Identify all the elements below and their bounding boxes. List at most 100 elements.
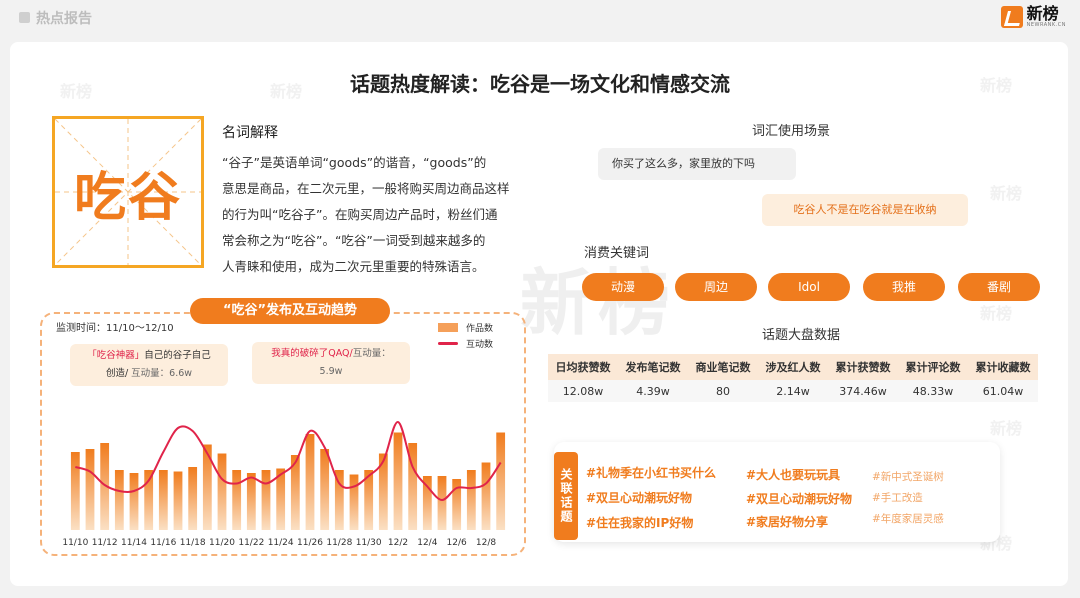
annotation-text: 自己的谷子自己 bbox=[144, 350, 211, 361]
chart-bar bbox=[232, 470, 242, 530]
stats-header-cell: 日均获赞数 bbox=[548, 354, 618, 380]
stats-header-row: 日均获赞数 发布笔记数 商业笔记数 涉及红人数 累计获赞数 累计评论数 累计收藏… bbox=[548, 354, 1038, 380]
related-topic-tag-minor[interactable]: #手工改造 bbox=[872, 490, 923, 505]
stats-value-cell: 2.14w bbox=[758, 380, 828, 402]
newrank-logo-icon bbox=[1000, 6, 1023, 28]
keywords-title: 消费关键词 bbox=[584, 246, 650, 261]
related-topic-tag-minor[interactable]: #年度家居灵感 bbox=[872, 511, 944, 526]
definition-line: 意思是商品，在二次元里，一般将购买周边商品这样 bbox=[222, 181, 510, 196]
header-square-icon bbox=[19, 12, 30, 23]
stats-title: 话题大盘数据 bbox=[762, 328, 841, 343]
chart-bar bbox=[188, 467, 198, 530]
related-topic-tag[interactable]: #礼物季在小红书买什么 bbox=[586, 464, 716, 481]
x-tick-label: 11/20 bbox=[209, 538, 235, 548]
definition-line: 常会称之为“吃谷”。“吃谷”一词受到越来越多的 bbox=[222, 233, 486, 248]
related-topics-label: 关联话题 bbox=[554, 452, 578, 540]
x-tick-label: 11/28 bbox=[326, 538, 352, 548]
chart-bar bbox=[114, 470, 124, 530]
stats-value-cell: 4.39w bbox=[618, 380, 688, 402]
keyword-pill: 我推 bbox=[863, 273, 945, 301]
report-category: 热点报告 bbox=[36, 11, 92, 27]
x-tick-label: 11/18 bbox=[180, 538, 206, 548]
x-tick-label: 12/4 bbox=[417, 538, 437, 548]
keyword-pill: 番剧 bbox=[958, 273, 1040, 301]
chart-bar bbox=[466, 470, 476, 530]
chat-bubble-question: 你买了这么多，家里放的下吗 bbox=[598, 148, 796, 180]
chart-bar bbox=[481, 462, 491, 530]
stats-header-cell: 涉及红人数 bbox=[758, 354, 828, 380]
chart-bar bbox=[85, 449, 95, 530]
legend-line-swatch bbox=[438, 342, 458, 345]
related-topic-tag[interactable]: #大人也要玩玩具 bbox=[746, 466, 840, 483]
annotation-metric: 5.9w bbox=[319, 366, 343, 377]
chart-bar bbox=[217, 453, 227, 530]
brand-logo: 新榜 NEWRANK.CN bbox=[1000, 6, 1066, 28]
chart-bar bbox=[246, 473, 256, 530]
annotation-note: 我真的破碎了QAQ/互动量： 5.9w bbox=[252, 342, 410, 384]
related-topic-tag[interactable]: #家居好物分享 bbox=[746, 513, 828, 530]
annotation-line: 我真的破碎了QAQ/互动量： bbox=[252, 345, 410, 363]
definition-line: 人青睐和使用，成为二次元里重要的特殊语言。 bbox=[222, 259, 485, 274]
hero-word: 吃谷 bbox=[73, 167, 182, 228]
chart-bar bbox=[393, 432, 403, 530]
annotation-text: 互动量： bbox=[352, 348, 391, 359]
legend-line-label: 互动数 bbox=[466, 340, 494, 350]
annotation-highlight: 「吃谷神器」 bbox=[87, 350, 145, 361]
scene-title: 词汇使用场景 bbox=[752, 124, 831, 139]
definition-line: 的行为叫“吃谷子”。在购买周边产品时，粉丝们通 bbox=[222, 207, 498, 222]
definition-line: “谷子”是英语单词“goods”的谐音，“goods”的 bbox=[222, 155, 487, 170]
chart-bar bbox=[158, 470, 168, 530]
stats-header-cell: 商业笔记数 bbox=[688, 354, 758, 380]
x-tick-label: 11/12 bbox=[92, 538, 118, 548]
stats-table: 日均获赞数 发布笔记数 商业笔记数 涉及红人数 累计获赞数 累计评论数 累计收藏… bbox=[548, 354, 1038, 402]
x-tick-label: 11/30 bbox=[356, 538, 382, 548]
chart-bar bbox=[129, 473, 139, 530]
x-tick-label: 11/24 bbox=[268, 538, 294, 548]
brand-sub: NEWRANK.CN bbox=[1026, 22, 1066, 28]
definition-title: 名词解释 bbox=[222, 125, 278, 141]
chart-title: “吃谷”发布及互动趋势 bbox=[190, 298, 390, 324]
stats-header-cell: 累计收藏数 bbox=[968, 354, 1038, 380]
related-topic-tag[interactable]: #双旦心动潮玩好物 bbox=[586, 489, 692, 506]
stats-value-cell: 61.04w bbox=[968, 380, 1038, 402]
chat-bubble-answer: 吃谷人不是在吃谷就是在收纳 bbox=[762, 194, 968, 226]
x-tick-label: 12/8 bbox=[476, 538, 496, 548]
x-tick-label: 11/14 bbox=[121, 538, 147, 548]
stats-value-cell: 80 bbox=[688, 380, 758, 402]
related-topic-tag[interactable]: #住在我家的IP好物 bbox=[586, 514, 693, 531]
related-topic-tag-minor[interactable]: #新中式圣诞树 bbox=[872, 469, 944, 484]
annotation-text: 创造/ bbox=[105, 368, 129, 379]
interaction-line bbox=[75, 420, 502, 501]
stats-header-cell: 累计评论数 bbox=[898, 354, 968, 380]
keyword-pill: Idol bbox=[768, 273, 850, 301]
x-tick-label: 12/2 bbox=[388, 538, 408, 548]
chart-bar bbox=[70, 452, 80, 530]
watermark: 新榜 bbox=[980, 304, 1013, 323]
legend-item-bar: 作品数 bbox=[438, 321, 493, 334]
page-title: 话题热度解读：吃谷是一场文化和情感交流 bbox=[350, 72, 730, 96]
chart-bar bbox=[320, 449, 330, 530]
x-tick-label: 11/26 bbox=[297, 538, 323, 548]
hero-word-box: 吃谷 bbox=[52, 116, 204, 268]
chart-bar bbox=[305, 434, 315, 530]
trend-chart: 11/10 11/12 11/14 11/16 11/18 11/20 11/22 11/24… bbox=[62, 420, 506, 548]
watermark: 新榜 bbox=[990, 184, 1023, 203]
stats-value-row: 12.08w 4.39w 80 2.14w 374.46w 48.33w 61.… bbox=[548, 380, 1038, 402]
stats-header-cell: 发布笔记数 bbox=[618, 354, 688, 380]
legend-bar-swatch bbox=[438, 323, 458, 332]
x-tick-label: 11/16 bbox=[150, 538, 176, 548]
monitor-period: 监测时间：11/10～12/10 bbox=[56, 323, 174, 334]
stats-header-cell: 累计获赞数 bbox=[828, 354, 898, 380]
stats-value-cell: 12.08w bbox=[548, 380, 618, 402]
watermark: 新榜 bbox=[990, 419, 1023, 438]
x-tick-label: 12/6 bbox=[447, 538, 467, 548]
legend-item-line: 互动数 bbox=[438, 337, 493, 350]
chart-bar bbox=[437, 476, 447, 530]
annotation-metric: 互动量：6.6w bbox=[131, 368, 193, 379]
stats-value-cell: 48.33w bbox=[898, 380, 968, 402]
legend-bar-label: 作品数 bbox=[466, 324, 494, 334]
stats-value-cell: 374.46w bbox=[828, 380, 898, 402]
annotation-highlight: 我真的破碎了QAQ/ bbox=[271, 348, 353, 359]
chart-bar bbox=[496, 432, 506, 530]
related-topic-tag[interactable]: #双旦心动潮玩好物 bbox=[746, 490, 852, 507]
